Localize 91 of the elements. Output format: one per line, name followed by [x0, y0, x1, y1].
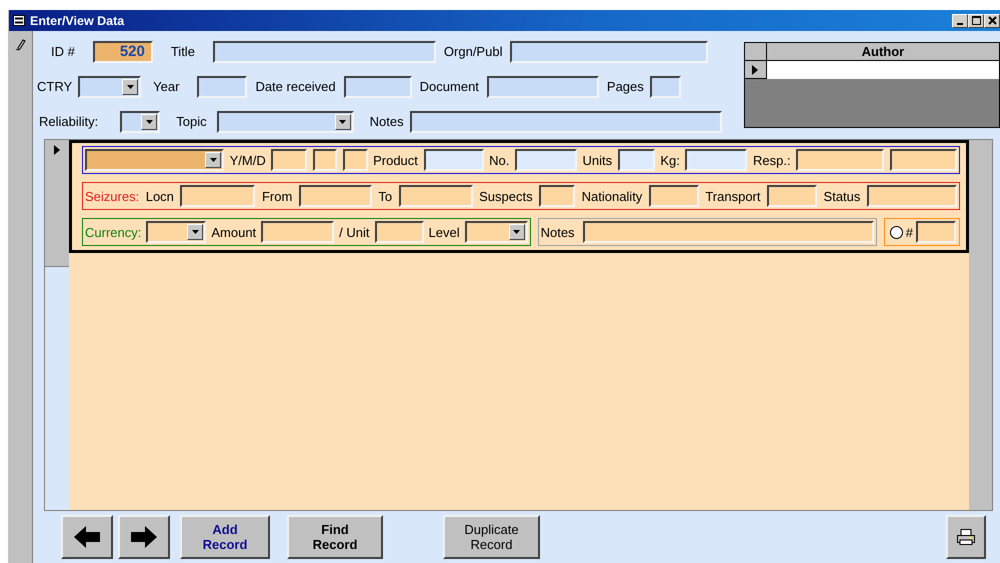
current-record-icon — [54, 145, 60, 155]
left-arrow-icon — [74, 526, 100, 548]
input-field[interactable] — [685, 149, 748, 171]
field-label: Pages — [606, 79, 644, 94]
field-label: Date received — [255, 79, 336, 94]
table-cell[interactable] — [766, 61, 999, 79]
input-field[interactable] — [486, 76, 599, 98]
dropdown-field[interactable] — [464, 221, 528, 243]
row-selector[interactable] — [744, 61, 767, 79]
dropdown-field[interactable] — [85, 149, 224, 171]
close-icon — [988, 16, 996, 25]
back-button[interactable] — [61, 515, 113, 559]
forward-button[interactable] — [118, 515, 170, 559]
action-button[interactable]: Duplicate Record — [443, 515, 540, 559]
input-field[interactable] — [180, 185, 256, 207]
input-field[interactable] — [916, 221, 956, 243]
input-field[interactable] — [650, 76, 681, 98]
input-field[interactable] — [424, 149, 484, 171]
dropdown-field[interactable] — [120, 110, 160, 132]
input-field[interactable] — [539, 185, 576, 207]
input-field[interactable] — [767, 185, 818, 207]
field-label: CTRY — [37, 79, 72, 94]
field-label: No. — [489, 152, 510, 168]
select-all-corner[interactable] — [744, 43, 767, 61]
dropdown-field[interactable] — [78, 76, 142, 98]
input-field[interactable] — [197, 76, 248, 98]
printer-icon — [957, 529, 975, 545]
pencil-icon — [16, 39, 26, 51]
action-button[interactable]: Add Record — [180, 515, 270, 559]
scrollbar[interactable] — [969, 140, 992, 510]
field-label: Resp.: — [753, 152, 791, 168]
input-field[interactable] — [342, 149, 368, 171]
input-field[interactable] — [618, 149, 655, 171]
input-field[interactable] — [890, 149, 957, 171]
input-field[interactable] — [398, 185, 473, 207]
input-field[interactable] — [866, 185, 957, 207]
input-field[interactable] — [344, 76, 412, 98]
field-label: Level — [428, 224, 460, 240]
field-label: Orgn/Publ — [444, 44, 502, 59]
minimize-icon — [957, 22, 963, 24]
input-field[interactable] — [410, 110, 722, 132]
group-caption: Seizures: — [85, 188, 140, 204]
current-row-icon — [752, 64, 758, 74]
close-button[interactable] — [984, 14, 1000, 28]
field-label: # — [906, 224, 913, 240]
input-field[interactable] — [271, 149, 308, 171]
field-label: Year — [153, 79, 180, 94]
maximize-button[interactable] — [968, 14, 984, 28]
maximize-icon — [972, 16, 980, 25]
input-field[interactable] — [298, 185, 372, 207]
field-label: Nationality — [582, 188, 642, 204]
field-label: From — [262, 188, 292, 204]
right-arrow-icon — [131, 526, 157, 548]
field-label: Locn — [146, 188, 174, 204]
print-button[interactable] — [946, 515, 986, 559]
field-label: To — [378, 188, 392, 204]
input-field[interactable] — [374, 221, 424, 243]
field-label: Transport — [705, 188, 760, 204]
field-label: Reliability: — [39, 114, 98, 129]
group-caption: Currency: — [85, 224, 142, 240]
input-field[interactable] — [796, 149, 884, 171]
minimize-button[interactable] — [952, 14, 968, 28]
field-label: Product — [373, 152, 418, 168]
field-label: Status — [824, 188, 860, 204]
field-label: / Unit — [339, 224, 370, 240]
dropdown-field[interactable] — [216, 110, 354, 132]
field-label: Notes — [540, 224, 575, 240]
input-field[interactable] — [514, 149, 577, 171]
input-field[interactable] — [510, 40, 708, 62]
field-label: Y/M/D — [230, 152, 266, 168]
field-label: Title — [170, 44, 195, 59]
field-label: Notes — [370, 114, 404, 129]
radio-button[interactable] — [890, 226, 903, 238]
input-field[interactable] — [648, 185, 699, 207]
input-field[interactable] — [582, 221, 874, 243]
field-label: Kg: — [660, 152, 680, 168]
input-field[interactable] — [261, 221, 334, 243]
field-label: Units — [582, 152, 612, 168]
action-button[interactable]: Find Record — [287, 515, 383, 559]
window-title: Enter/View Data — [30, 14, 126, 28]
input-field[interactable] — [212, 40, 436, 62]
field-label: Suspects — [479, 188, 533, 204]
field-label: ID # — [51, 44, 75, 59]
input-field[interactable]: 520 — [92, 40, 153, 62]
form-icon — [13, 15, 25, 26]
field-label: Document — [420, 79, 479, 94]
column-header[interactable]: Author — [766, 43, 999, 61]
dropdown-field[interactable] — [146, 221, 206, 243]
field-label: Amount — [211, 224, 256, 240]
input-field[interactable] — [312, 149, 337, 171]
field-label: Topic — [176, 114, 207, 129]
